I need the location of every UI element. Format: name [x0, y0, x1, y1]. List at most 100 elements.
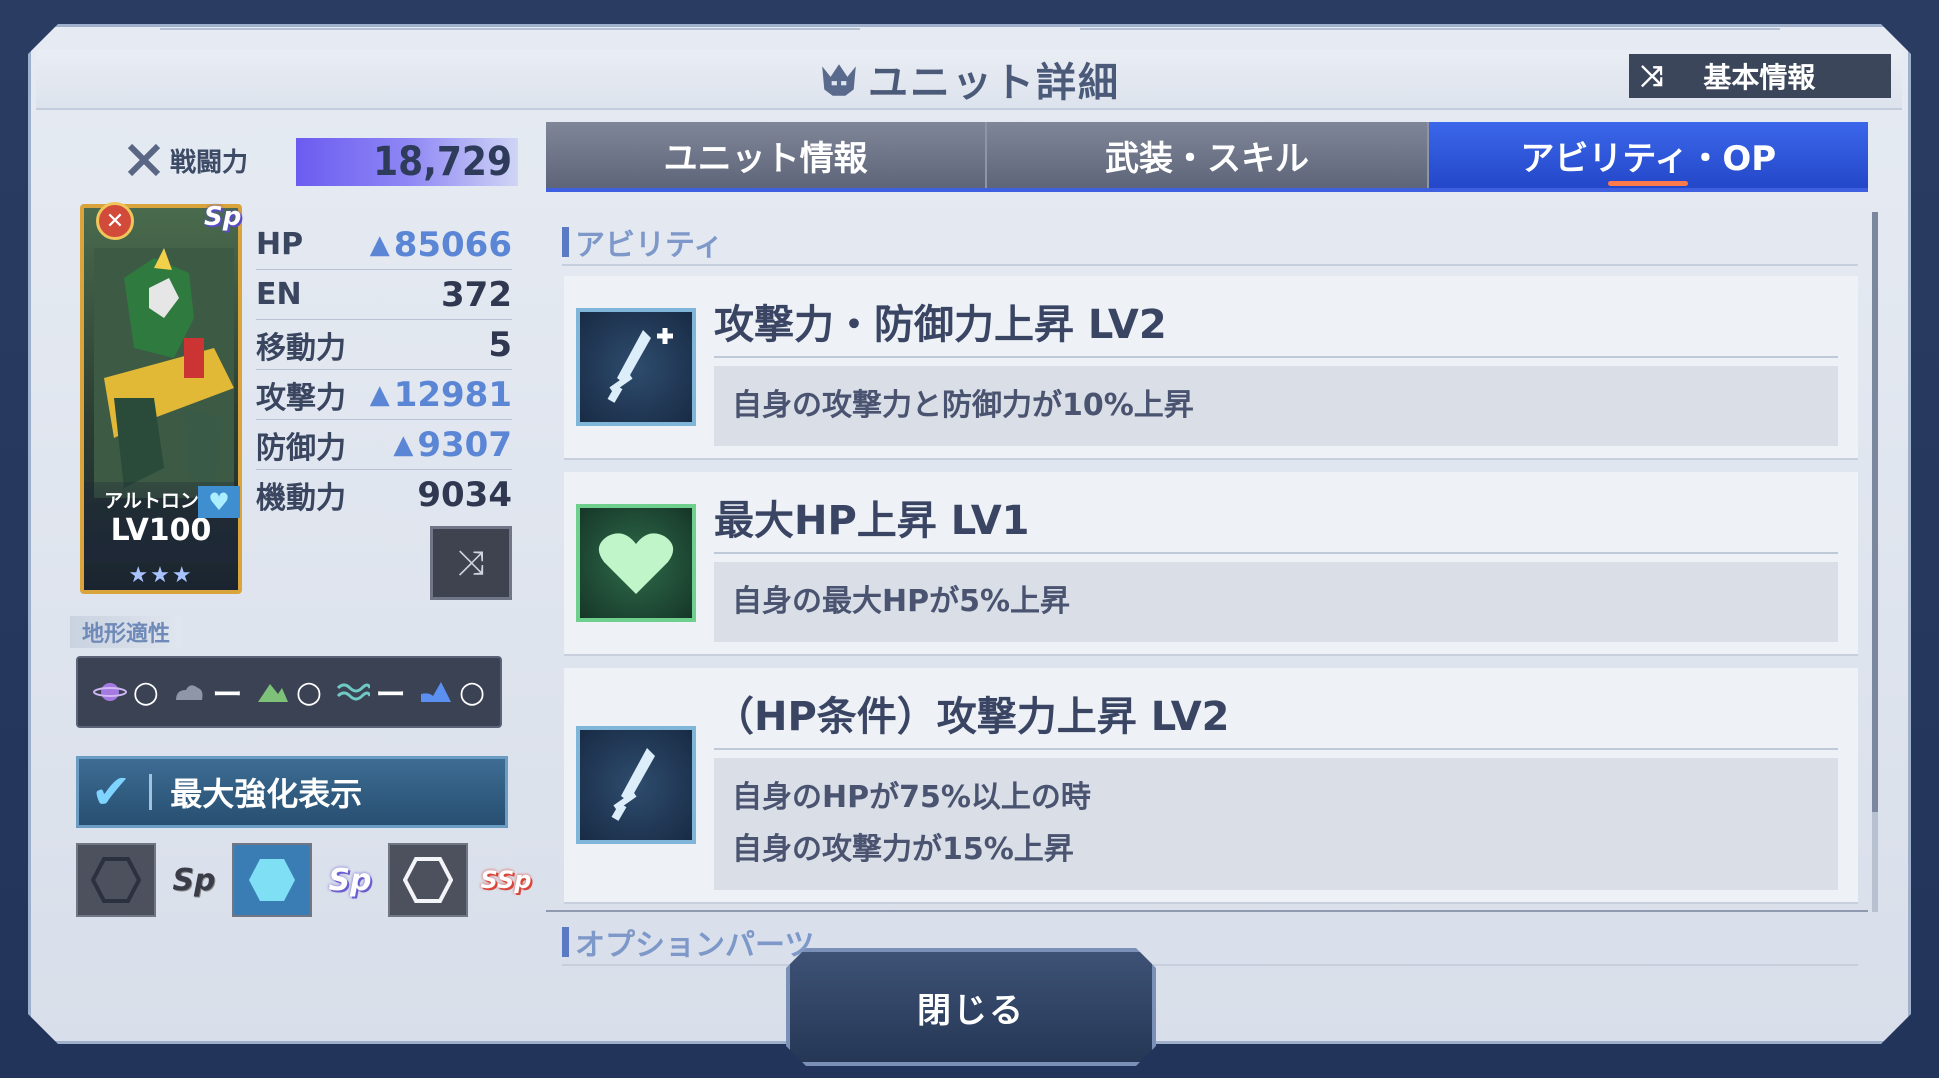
- scroll-thumb[interactable]: [1872, 212, 1878, 812]
- tab-label: アビリティ・OP: [1520, 138, 1777, 179]
- sp-badge: Sp: [204, 202, 242, 232]
- rank-badge-icon: ✕: [96, 202, 134, 240]
- tab-bar: ユニット情報 武装・スキル アビリティ・OP: [546, 122, 1868, 192]
- unit-stars: ★★★: [128, 563, 194, 588]
- terrain-panel: ○ ー ○ ー ○: [76, 656, 502, 728]
- stats-table: HP ▲ 85066 EN 372 移動力 5 攻撃力 ▲ 12981 防御力 ▲ 9…: [256, 220, 512, 520]
- terrain-value: ー: [375, 678, 406, 713]
- stat-value: ▲ 9307: [393, 425, 512, 465]
- terrain-value: ○: [459, 674, 486, 710]
- hexagon-slot-icon: [403, 857, 453, 903]
- tab-abilities-op[interactable]: アビリティ・OP: [1428, 122, 1868, 188]
- scrollbar[interactable]: [1872, 212, 1878, 912]
- stat-row-move: 移動力 5: [256, 320, 512, 370]
- section-option-parts-header: オプションパーツ: [562, 920, 1858, 966]
- parts-slots: Sp Sp SSp: [76, 842, 538, 918]
- heart-badge-icon: ♥: [198, 486, 240, 518]
- ability-name: 最大HP上昇 LV1: [714, 484, 1838, 554]
- tab-weapons-skills[interactable]: 武装・スキル: [987, 122, 1429, 188]
- stat-label: 移動力: [256, 330, 346, 366]
- ability-name: 攻撃力・防御力上昇 LV2: [714, 288, 1838, 358]
- ability-desc-line: 自身のHPが75%以上の時: [732, 780, 1091, 815]
- terrain-ground: ○: [256, 675, 322, 710]
- up-arrow-icon: ▲: [369, 229, 390, 260]
- swap-unit-button[interactable]: ⤨: [430, 526, 512, 600]
- stat-row-mobility: 機動力 9034: [256, 470, 512, 520]
- unit-portrait: [94, 248, 234, 498]
- stat-label: EN: [256, 277, 302, 312]
- title-bar: ユニット詳細: [36, 50, 1902, 110]
- part-slot-2[interactable]: [232, 843, 312, 917]
- stat-value: ▲ 12981: [370, 375, 512, 415]
- ability-description: 自身の最大HPが5%上昇: [714, 562, 1838, 642]
- ability-icon-box: [576, 308, 696, 426]
- crossed-swords-icon: [127, 143, 161, 177]
- terrain-water: ー: [336, 670, 406, 714]
- power-label-text: 戦闘力: [170, 147, 249, 178]
- stat-row-en: EN 372: [256, 270, 512, 320]
- power-value-bar: 18,729: [296, 138, 518, 186]
- ssp-part-icon: SSp: [474, 850, 538, 910]
- section-abilities-header: アビリティ: [562, 220, 1858, 266]
- terrain-underwater: ○: [419, 675, 485, 710]
- ground-mountain-icon: [257, 684, 288, 702]
- terrain-value: ○: [295, 674, 323, 710]
- stat-value: 5: [488, 324, 512, 365]
- stat-label: 機動力: [256, 481, 346, 516]
- ability-item: 最大HP上昇 LV1 自身の最大HPが5%上昇: [564, 472, 1858, 654]
- checkmark-icon: ✔: [91, 764, 132, 820]
- section-bar: [562, 227, 569, 257]
- sp-label: SSp: [480, 866, 532, 894]
- stat-row-attack: 攻撃力 ▲ 12981: [256, 370, 512, 420]
- hexagon-slot-icon: [91, 857, 141, 903]
- stat-value-text: 85066: [393, 224, 512, 265]
- unit-level: LV100: [110, 513, 212, 548]
- up-arrow-icon: ▲: [369, 379, 390, 410]
- sword-plus-icon: [607, 328, 673, 403]
- terrain-space: ○: [92, 674, 159, 710]
- ability-icon-box: [576, 726, 696, 844]
- stat-value: 372: [441, 274, 512, 315]
- part-slot-1[interactable]: [76, 843, 156, 917]
- tab-label: 武装・スキル: [1104, 138, 1309, 179]
- terrain-value: ○: [132, 674, 159, 710]
- stat-value-text: 12981: [393, 374, 512, 415]
- ability-desc-line: 自身の攻撃力と防御力が10%上昇: [732, 388, 1194, 423]
- power-label: 戦闘力: [124, 140, 248, 180]
- terrain-label: 地形適性: [70, 616, 183, 648]
- stat-label: 攻撃力: [256, 380, 346, 416]
- ability-description: 自身のHPが75%以上の時 自身の攻撃力が15%上昇: [714, 758, 1838, 890]
- max-enhance-label: 最大強化表示: [170, 775, 363, 813]
- tab-unit-info[interactable]: ユニット情報: [546, 122, 988, 188]
- hexagon-filled-icon: [249, 859, 295, 901]
- sp-label: Sp: [328, 862, 372, 898]
- unit-card[interactable]: アルトロンガ LV100 ★★★: [80, 204, 242, 594]
- close-button-label: 閉じる: [917, 990, 1025, 1031]
- power-value: 18,729: [373, 139, 512, 185]
- stat-label: HP: [256, 227, 304, 262]
- max-enhance-toggle[interactable]: ✔ 最大強化表示: [76, 756, 508, 828]
- decor-line: [1080, 28, 1780, 30]
- section-title: オプションパーツ: [575, 928, 815, 963]
- basic-info-button[interactable]: ⤨ 基本情報: [1629, 54, 1891, 98]
- page-title: ユニット詳細: [818, 50, 1120, 108]
- sword-icon: [611, 748, 655, 821]
- part-slot-3[interactable]: [388, 843, 468, 917]
- stat-row-defense: 防御力 ▲ 9307: [256, 420, 512, 470]
- stat-value-text: 9307: [417, 424, 512, 465]
- ability-content[interactable]: アビリティ 攻撃力・防御力上昇 LV2 自身の攻撃力と防御力が10%上昇 最大H…: [546, 200, 1878, 966]
- sp-part-icon: Sp: [318, 850, 382, 910]
- up-arrow-icon: ▲: [393, 429, 414, 460]
- sp-part-icon: Sp: [162, 850, 226, 910]
- ability-desc-line: 自身の最大HPが5%上昇: [732, 584, 1071, 619]
- stat-label: 防御力: [256, 430, 346, 466]
- section-bar: [562, 927, 569, 957]
- shuffle-icon: ⤨: [1641, 59, 1664, 92]
- tab-label: ユニット情報: [663, 138, 868, 179]
- divider: [149, 774, 153, 810]
- close-button[interactable]: 閉じる: [786, 948, 1156, 1066]
- terrain-value: ー: [212, 678, 243, 713]
- gundam-head-icon: [822, 64, 856, 96]
- basic-info-label: 基本情報: [1703, 61, 1816, 94]
- section-title: アビリティ: [575, 228, 724, 263]
